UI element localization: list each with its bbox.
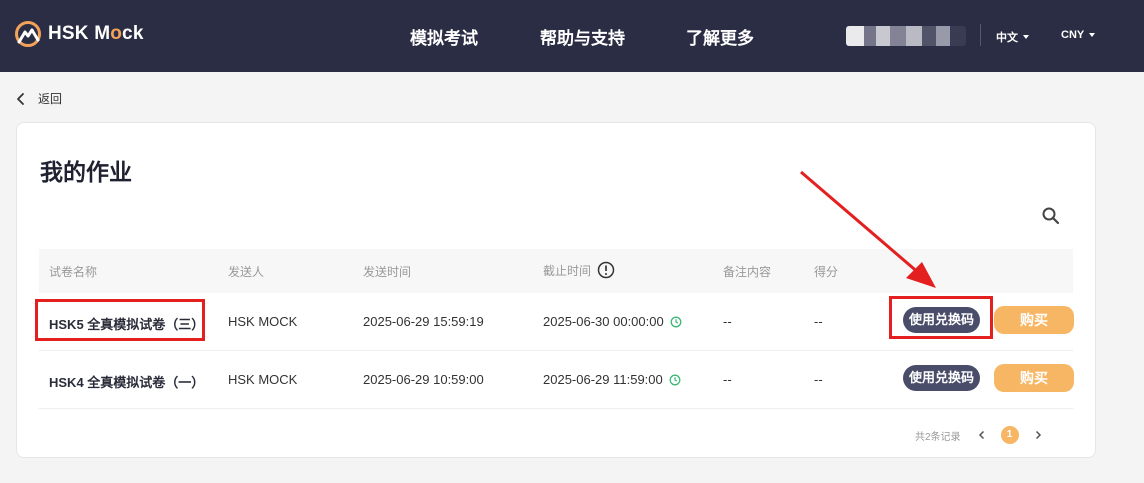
buy-button[interactable]: 购买 <box>994 364 1074 392</box>
deadline: 2025-06-30 00:00:00 <box>543 314 682 329</box>
header-divider <box>980 24 981 46</box>
remark: -- <box>723 314 732 329</box>
search-icon[interactable] <box>1040 205 1062 227</box>
nav-mock-exam[interactable]: 模拟考试 <box>410 24 478 49</box>
col-sent-time: 发送时间 <box>363 265 412 279</box>
col-sender: 发送人 <box>228 265 265 279</box>
currency-value: CNY <box>1061 29 1085 41</box>
currency-select[interactable]: CNY <box>1061 29 1096 41</box>
table-row: HSK4 全真模拟试卷（一） HSK MOCK 2025-06-29 10:59… <box>39 351 1074 409</box>
col-score: 得分 <box>814 265 839 279</box>
clock-icon <box>670 316 682 328</box>
col-deadline-label: 截止时间 <box>543 264 592 278</box>
nav-help-support[interactable]: 帮助与支持 <box>540 24 625 49</box>
sender: HSK MOCK <box>228 314 298 329</box>
chevron-left-icon <box>978 430 984 440</box>
clock-icon <box>669 374 681 386</box>
table-header: 试卷名称 发送人 发送时间 截止时间 备注内容 得分 <box>39 249 1073 293</box>
language-select[interactable]: 中文 <box>996 29 1029 45</box>
annotation-highlight-redeem-button <box>889 296 993 339</box>
next-page-button[interactable] <box>1029 426 1047 444</box>
col-deadline: 截止时间 <box>543 261 615 279</box>
score: -- <box>814 314 823 329</box>
caret-down-icon <box>1023 35 1029 39</box>
deadline-value: 2025-06-30 00:00:00 <box>543 314 664 329</box>
back-label: 返回 <box>38 92 63 106</box>
col-paper-name: 试卷名称 <box>49 265 98 279</box>
sent-time: 2025-06-29 10:59:00 <box>363 372 484 387</box>
brand-logo[interactable]: HSK Mock <box>14 20 144 48</box>
buy-button[interactable]: 购买 <box>994 306 1074 334</box>
prev-page-button[interactable] <box>973 426 991 444</box>
score: -- <box>814 372 823 387</box>
sender: HSK MOCK <box>228 372 298 387</box>
deadline-value: 2025-06-29 11:59:00 <box>543 372 663 387</box>
back-link[interactable]: 返回 <box>14 90 62 107</box>
logo-mountain-icon <box>15 21 41 47</box>
top-navigation-bar: HSK Mock 模拟考试 帮助与支持 了解更多 中文 CNY <box>0 0 1144 72</box>
remark: -- <box>723 372 732 387</box>
pagination: 共2条记录 1 <box>915 426 1047 444</box>
brand-name: HSK Mock <box>48 23 144 44</box>
deadline: 2025-06-29 11:59:00 <box>543 372 681 387</box>
page-title: 我的作业 <box>40 159 132 185</box>
language-value: 中文 <box>996 32 1018 44</box>
paper-name[interactable]: HSK4 全真模拟试卷（一） <box>49 372 204 391</box>
annotation-highlight-paper-name <box>35 299 205 341</box>
chevron-left-icon <box>17 92 24 105</box>
homework-card: 我的作业 试卷名称 发送人 发送时间 截止时间 备注内容 得分 HSK5 全真模… <box>16 122 1096 458</box>
col-remark: 备注内容 <box>723 265 772 279</box>
nav-learn-more[interactable]: 了解更多 <box>686 24 754 49</box>
caret-down-icon <box>1089 33 1096 37</box>
user-account-blurred[interactable] <box>846 26 966 46</box>
info-circle-icon[interactable] <box>597 261 615 279</box>
page-number[interactable]: 1 <box>1000 426 1019 444</box>
sent-time: 2025-06-29 15:59:19 <box>363 314 484 329</box>
chevron-right-icon <box>1035 430 1041 440</box>
redeem-code-button[interactable]: 使用兑换码 <box>903 365 981 391</box>
total-records: 共2条记录 <box>915 431 961 443</box>
